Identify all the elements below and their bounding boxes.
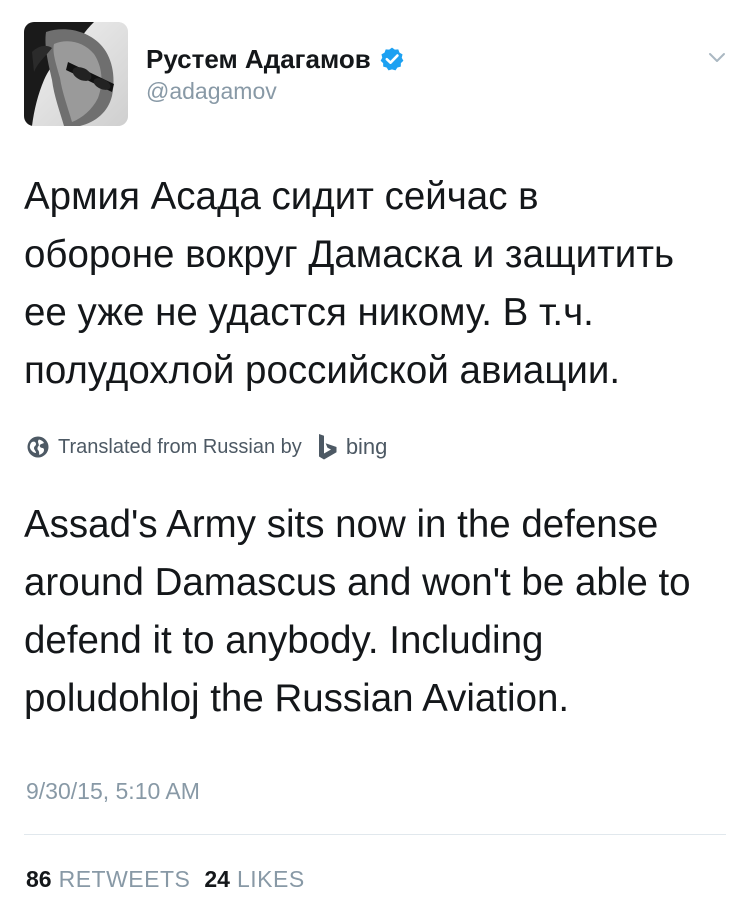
bing-logo-icon[interactable]	[316, 433, 340, 461]
author-handle[interactable]: @adagamov	[146, 78, 277, 105]
likes-stat[interactable]: 24 LIKES	[204, 866, 304, 893]
retweets-label: RETWEETS	[58, 866, 191, 892]
globe-icon	[27, 436, 49, 458]
translation-attribution: Translated from Russian by bing	[26, 432, 387, 462]
translation-label: Translated from Russian by	[58, 435, 302, 458]
retweets-stat[interactable]: 86 RETWEETS	[26, 866, 190, 893]
divider	[24, 834, 726, 835]
likes-label: LIKES	[236, 866, 305, 892]
tweet-original-text: Армия Асада сидит сейчас в обороне вокру…	[24, 175, 675, 392]
likes-count: 24	[204, 866, 230, 892]
author-name-row[interactable]: Рустем Адагамов	[146, 42, 405, 76]
author-display-name[interactable]: Рустем Адагамов	[146, 44, 371, 75]
avatar-photo	[24, 22, 128, 126]
translation-provider[interactable]: bing	[346, 434, 388, 460]
avatar[interactable]	[24, 22, 128, 126]
verified-badge-icon	[380, 47, 404, 71]
chevron-down-icon[interactable]	[706, 46, 728, 68]
retweets-count: 86	[26, 866, 52, 892]
tweet-timestamp[interactable]: 9/30/15, 5:10 AM	[26, 778, 200, 805]
tweet-translated-text: Assad's Army sits now in the defense aro…	[24, 503, 691, 720]
tweet-stats: 86 RETWEETS 24 LIKES	[26, 866, 305, 893]
